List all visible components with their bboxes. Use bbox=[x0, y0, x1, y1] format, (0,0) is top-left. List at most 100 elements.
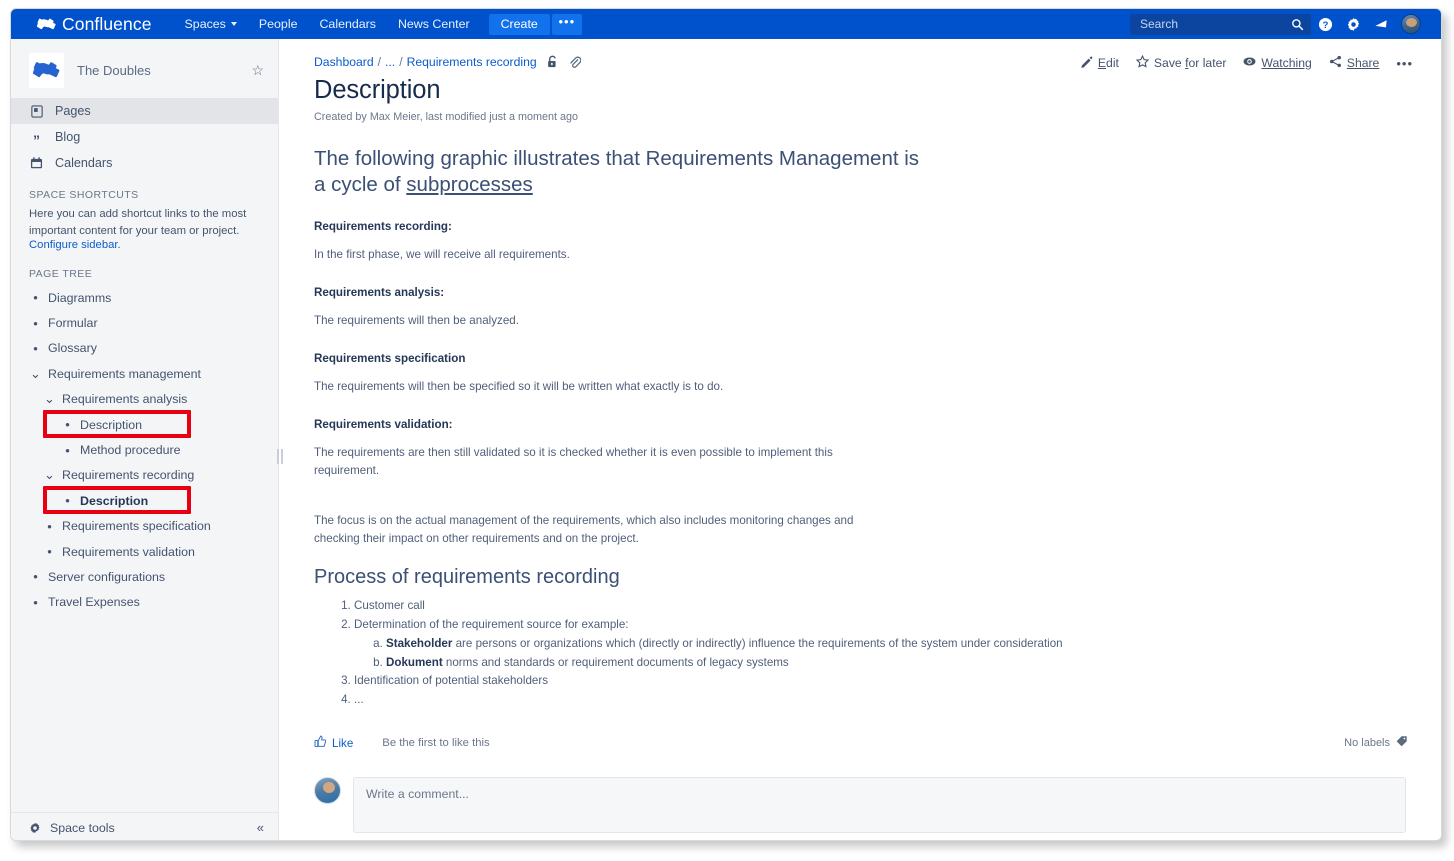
attachments-paperclip-icon[interactable] bbox=[568, 55, 581, 69]
breadcrumb-ellipsis[interactable]: ... bbox=[385, 55, 395, 69]
bullet-icon: • bbox=[65, 417, 70, 433]
subprocesses-link[interactable]: subprocesses bbox=[406, 173, 532, 196]
process-sublist-item-text: are persons or organizations which (dire… bbox=[452, 637, 1063, 650]
share-button[interactable]: Share bbox=[1329, 55, 1379, 71]
process-list-item-text: Identification of potential stakeholders bbox=[354, 674, 548, 687]
page-tree-item[interactable]: • Formular bbox=[11, 310, 278, 335]
like-button[interactable]: Like bbox=[314, 735, 353, 751]
comment-author-avatar bbox=[314, 777, 341, 804]
page-restrictions-unlocked-icon[interactable] bbox=[546, 55, 559, 69]
page-tree-item[interactable]: ⌄ Requirements management bbox=[11, 361, 278, 386]
page-tree-item-label: Requirements specification bbox=[62, 519, 211, 534]
page-tree-item[interactable]: • Requirements specification bbox=[11, 514, 278, 539]
page-body: The following graphic illustrates that R… bbox=[279, 146, 1441, 710]
bullet-icon: • bbox=[47, 518, 52, 534]
search-icon[interactable] bbox=[1291, 18, 1304, 36]
notifications-icon[interactable] bbox=[1367, 9, 1395, 39]
page-footer-actions: Like Be the first to like this No labels bbox=[279, 735, 1441, 751]
search-box[interactable] bbox=[1130, 13, 1311, 36]
product-name: Confluence bbox=[62, 13, 152, 34]
configure-sidebar-link[interactable]: Configure sidebar. bbox=[11, 239, 278, 251]
chevron-down-icon: ⌄ bbox=[44, 391, 55, 407]
sidebar-item-pages[interactable]: Pages bbox=[11, 98, 278, 124]
section-heading: Requirements analysis: bbox=[314, 286, 445, 299]
comment-input[interactable]: Write a comment... bbox=[353, 777, 1406, 833]
space-name[interactable]: The Doubles bbox=[77, 63, 251, 78]
nav-item-calendars[interactable]: Calendars bbox=[308, 9, 386, 39]
add-comment-row: Write a comment... bbox=[279, 777, 1441, 833]
space-tools-label: Space tools bbox=[50, 820, 115, 835]
space-shortcuts-help-text: Here you can add shortcut links to the m… bbox=[29, 208, 247, 237]
space-logo-icon[interactable] bbox=[29, 53, 64, 88]
pencil-icon bbox=[1080, 55, 1093, 71]
star-icon bbox=[1135, 54, 1150, 71]
edit-button[interactable]: Edit bbox=[1080, 55, 1119, 71]
share-icon bbox=[1329, 55, 1342, 71]
save-for-later-button[interactable]: Save for later bbox=[1135, 54, 1226, 71]
process-sublist: Stakeholder are persons or organizations… bbox=[354, 634, 1441, 672]
page-tree-item[interactable]: • Description bbox=[11, 412, 278, 437]
page-byline: Created by Max Meier, last modified just… bbox=[314, 111, 579, 123]
space-tools-button[interactable]: Space tools « bbox=[11, 812, 278, 840]
label-tag-icon bbox=[1396, 735, 1408, 750]
space-sidebar: The Doubles ☆ Pages ” Blog Calendars SPA… bbox=[11, 39, 283, 840]
page-tree-item[interactable]: ⌄ Requirements analysis bbox=[11, 387, 278, 412]
sidebar-resize-handle[interactable] bbox=[276, 447, 284, 466]
nav-item-label: Spaces bbox=[184, 17, 226, 31]
page-tree-item[interactable]: • Requirements validation bbox=[11, 539, 278, 564]
collapse-sidebar-button[interactable]: « bbox=[257, 820, 264, 835]
settings-gear-icon[interactable] bbox=[1339, 9, 1367, 39]
process-list-item: ... bbox=[354, 691, 1441, 710]
primary-nav-items: Spaces People Calendars News Center Crea… bbox=[174, 9, 582, 39]
create-button[interactable]: Create bbox=[488, 13, 550, 35]
chevron-down-icon: ⌄ bbox=[44, 467, 55, 483]
section-requirements-validation: Requirements validation: The requirement… bbox=[314, 418, 1441, 480]
page-tree-item[interactable]: • Glossary bbox=[11, 336, 278, 361]
like-label: Like bbox=[332, 736, 354, 750]
search-input[interactable] bbox=[1138, 16, 1288, 32]
favourite-star-icon[interactable]: ☆ bbox=[251, 62, 264, 79]
sidebar-item-blog[interactable]: ” Blog bbox=[11, 124, 278, 150]
page-tree-item-label: Travel Expenses bbox=[48, 595, 140, 610]
breadcrumb-parent-page[interactable]: Requirements recording bbox=[407, 55, 537, 69]
page-tree-item[interactable]: • Method procedure bbox=[11, 437, 278, 462]
breadcrumb-dashboard[interactable]: Dashboard bbox=[314, 55, 374, 69]
watching-label: atching bbox=[1272, 56, 1312, 70]
process-list-item-text: Customer call bbox=[354, 599, 425, 612]
watching-button[interactable]: Watching bbox=[1243, 55, 1312, 71]
profile-avatar[interactable] bbox=[1401, 14, 1421, 34]
gear-icon bbox=[29, 822, 41, 834]
process-sublist-item-term: Dokument bbox=[386, 656, 443, 669]
space-header: The Doubles ☆ bbox=[11, 39, 278, 98]
breadcrumb-separator: / bbox=[377, 55, 382, 69]
section-body: In the first phase, we will receive all … bbox=[314, 248, 570, 261]
page-tree-item-label: Server configurations bbox=[48, 569, 166, 584]
page-tree-item[interactable]: • Diagramms bbox=[11, 285, 278, 310]
nav-item-news-center[interactable]: News Center bbox=[387, 9, 481, 39]
bullet-icon: • bbox=[65, 493, 70, 509]
labels-section[interactable]: No labels bbox=[1344, 735, 1408, 750]
nav-item-spaces[interactable]: Spaces bbox=[174, 9, 248, 39]
nav-item-people[interactable]: People bbox=[248, 9, 309, 39]
confluence-logo-icon bbox=[36, 15, 56, 34]
sidebar-item-label: Pages bbox=[55, 104, 91, 118]
page-tree-item[interactable]: • Travel Expenses bbox=[11, 590, 278, 615]
create-more-button[interactable]: ••• bbox=[551, 13, 582, 35]
like-count-note: Be the first to like this bbox=[382, 737, 490, 749]
bullet-icon: • bbox=[65, 442, 70, 458]
calendar-icon bbox=[29, 157, 44, 169]
more-actions-button[interactable]: ••• bbox=[1396, 56, 1413, 71]
help-icon[interactable]: ? bbox=[1311, 9, 1339, 39]
page-tree-item-label: Requirements management bbox=[48, 366, 201, 381]
sidebar-item-calendars[interactable]: Calendars bbox=[11, 150, 278, 176]
page-tree-item[interactable]: • Description bbox=[11, 488, 278, 513]
page-tree-item[interactable]: ⌄ Requirements recording bbox=[11, 463, 278, 488]
section-body: The requirements will then be specified … bbox=[314, 380, 724, 393]
confluence-logo-link[interactable]: Confluence bbox=[36, 13, 152, 35]
page-tree-item[interactable]: • Server configurations bbox=[11, 564, 278, 589]
edit-label: dit bbox=[1106, 56, 1119, 70]
eye-icon bbox=[1243, 55, 1256, 71]
browser-page-frame: Confluence Spaces People Calendars News … bbox=[10, 8, 1442, 841]
blog-quote-icon: ” bbox=[33, 131, 40, 148]
thumbs-up-icon bbox=[314, 735, 327, 751]
